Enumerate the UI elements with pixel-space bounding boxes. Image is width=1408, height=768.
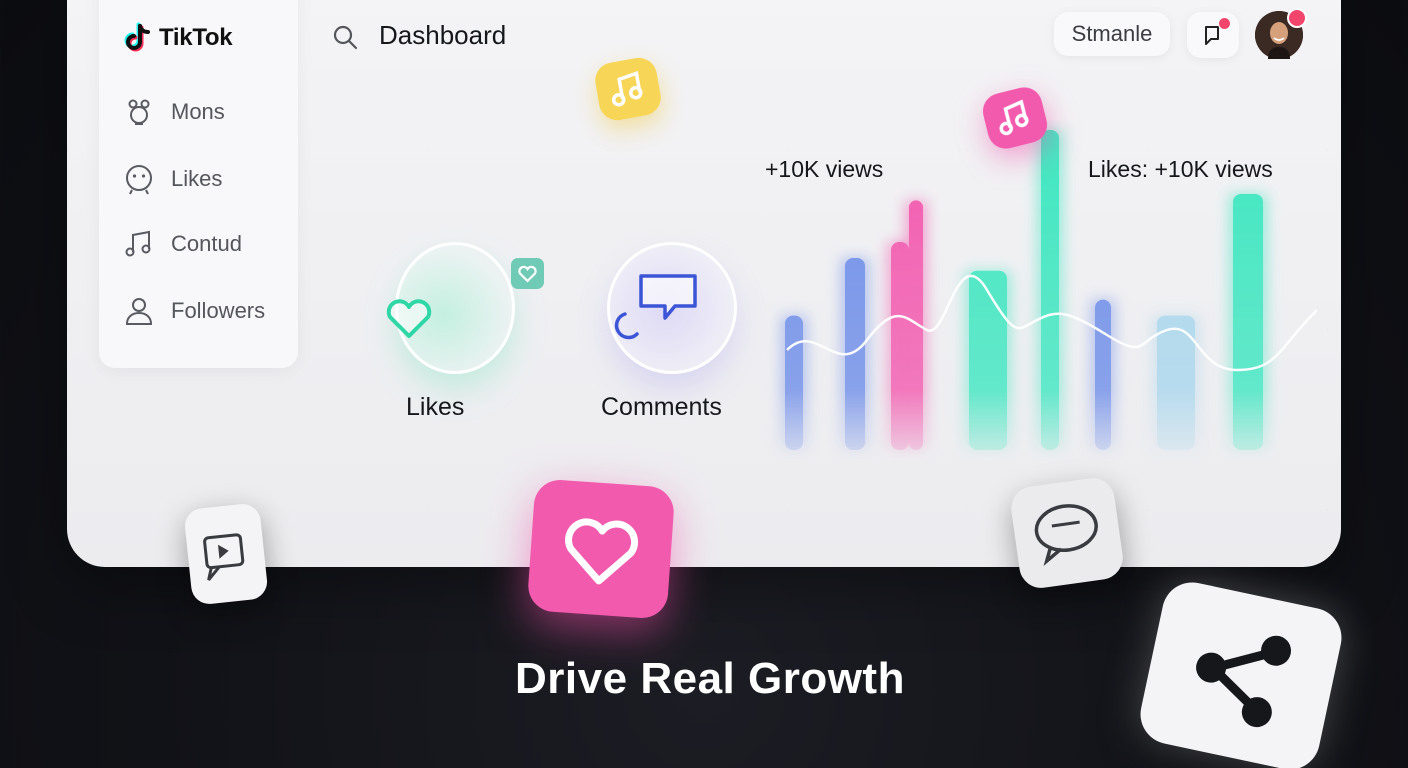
user-icon (125, 298, 153, 325)
video-icon (203, 533, 245, 581)
sidebar: TikTok Mons Likes Contud Followers (99, 0, 298, 368)
avatar[interactable] (1255, 8, 1307, 59)
notification-button[interactable] (1187, 12, 1239, 58)
chart-bar (1095, 299, 1111, 450)
video-tile (183, 502, 269, 606)
brand[interactable]: TikTok (123, 22, 233, 54)
avatar-badge (1287, 8, 1307, 28)
smiley-icon (126, 165, 152, 195)
sidebar-item-label: Likes (171, 166, 223, 191)
mini-heart-icon (518, 265, 537, 283)
heart-tile (526, 478, 676, 620)
music-note-icon (125, 230, 151, 257)
sidebar-item-label: Contud (171, 231, 242, 256)
comments-label: Comments (601, 393, 722, 421)
chat-bubble-icon (1034, 504, 1098, 567)
brand-name: TikTok (159, 24, 233, 51)
page-title: Dashboard (379, 20, 507, 50)
chat-bubble-icon (639, 274, 697, 320)
sidebar-item-contud[interactable]: Contud (123, 228, 242, 260)
user-chip[interactable]: Stmanle (1054, 12, 1170, 56)
tiktok-logo-icon (124, 22, 150, 52)
sidebar-item-label: Followers (171, 298, 266, 323)
chat-tile (1008, 475, 1126, 591)
heart-icon (386, 299, 432, 338)
headline: Drive Real Growth (515, 654, 905, 703)
chart-bar (1041, 130, 1059, 450)
chart-bar (785, 315, 803, 450)
sidebar-item-followers[interactable]: Followers (123, 295, 265, 327)
music-tile-yellow (592, 55, 664, 123)
heart-icon (565, 518, 638, 585)
robot-icon (128, 99, 150, 125)
chart-bar (1233, 194, 1263, 450)
sidebar-item-mons[interactable]: Mons (123, 96, 225, 128)
views-bar-chart (781, 130, 1317, 450)
likes-label: Likes (406, 393, 465, 421)
stage: TikTok Mons Likes Contud Followers Dashb… (0, 0, 1408, 768)
link-icon (614, 312, 639, 340)
sidebar-item-likes[interactable]: Likes (123, 163, 222, 195)
chart-bar (969, 270, 1007, 450)
notification-badge (1218, 17, 1231, 30)
dashboard-card: TikTok Mons Likes Contud Followers Dashb… (67, 0, 1341, 567)
mini-heart-tile (511, 258, 544, 289)
sidebar-item-label: Mons (171, 99, 225, 124)
music-note-icon (611, 70, 643, 107)
search-icon[interactable] (332, 24, 358, 50)
